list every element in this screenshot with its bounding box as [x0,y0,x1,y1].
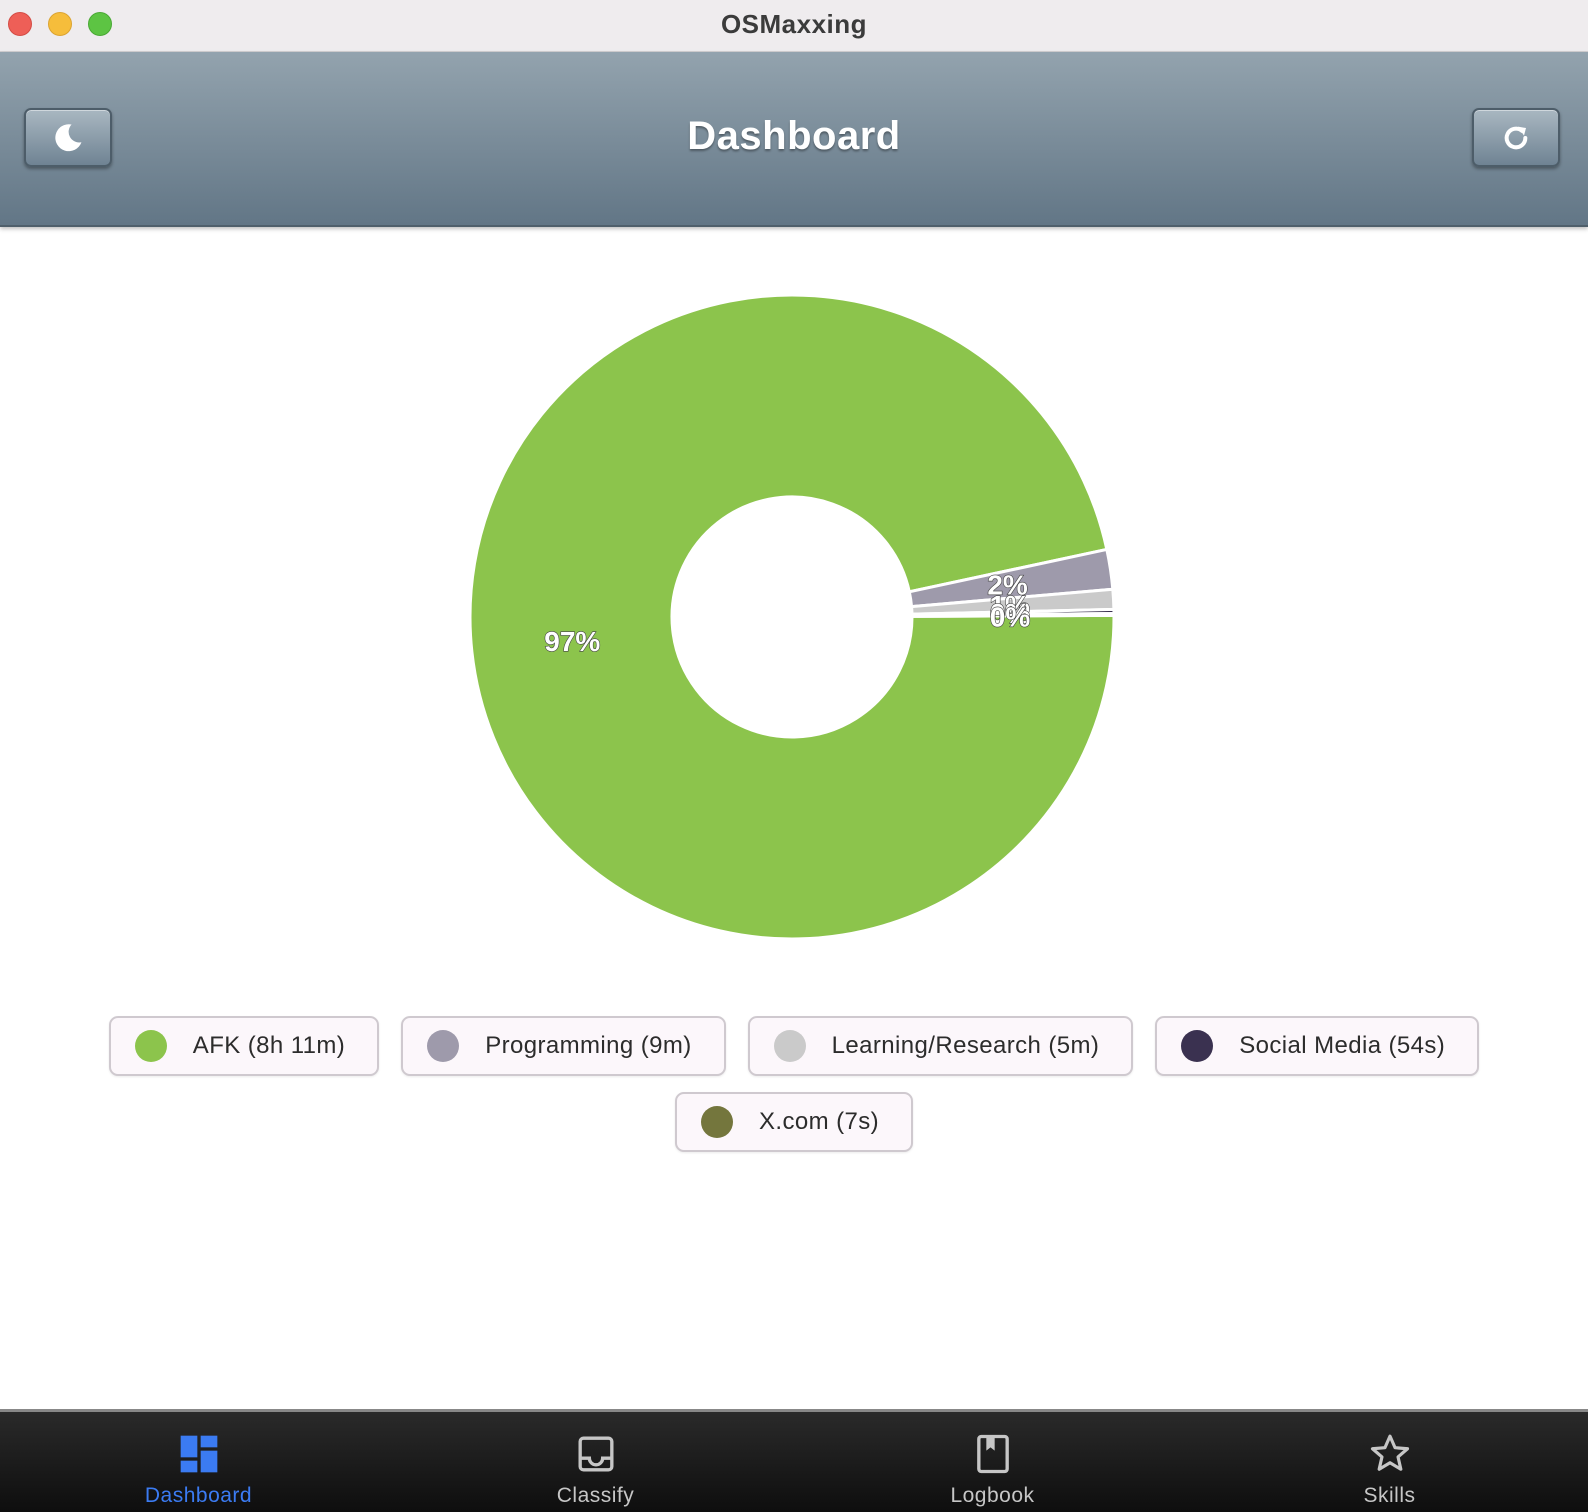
nav-tab-skills[interactable]: Skills [1191,1412,1588,1512]
legend-label: X.com (7s) [758,1108,879,1135]
legend-row: X.com (7s) [0,1092,1588,1152]
legend-row: AFK (8h 11m) Programming (9m) Learning/Res… [0,1016,1588,1076]
legend-color-dot [700,1106,733,1138]
header-bar: Dashboard [0,52,1588,227]
usage-donut-chart: 97%2%1%0%0% [468,293,1116,941]
legend-chip[interactable]: Social Media (54s) [1155,1016,1480,1076]
app-window: OSMaxxing Dashboard 97% 2% 1% 0% 0% AFK (8h … [0,0,1588,1512]
window-title: OSMaxxing [720,9,868,39]
bottom-navigation: Dashboard Classify Logbook Skills [0,1409,1588,1512]
slice-percent-label: 0% [990,601,1031,632]
legend-label: AFK (8h 11m) [192,1032,346,1059]
legend-label: Social Media (54s) [1239,1032,1446,1059]
title-bar: OSMaxxing [0,0,1588,52]
nav-label-logbook: Logbook [950,1484,1035,1507]
nav-label-classify: Classify [556,1484,635,1507]
chart-legend: AFK (8h 11m) Programming (9m) Learning/Res… [0,1016,1588,1168]
nav-tab-logbook[interactable]: Logbook [794,1412,1191,1512]
book-icon [976,1434,1009,1474]
legend-color-dot [773,1030,806,1062]
legend-chip[interactable]: Learning/Research (5m) [747,1016,1134,1076]
star-icon [1370,1434,1409,1471]
legend-label: Programming (9m) [485,1032,692,1059]
page-title: Dashboard [687,114,901,158]
legend-label: Learning/Research (5m) [831,1032,1100,1059]
legend-color-dot [134,1030,167,1062]
slice-percent-label: 97% [544,626,600,657]
refresh-icon [1504,126,1528,149]
nav-tab-classify[interactable]: Classify [397,1412,794,1512]
nav-label-dashboard: Dashboard [144,1484,253,1507]
legend-color-dot [1181,1030,1214,1062]
dashboard-icon [180,1435,217,1473]
legend-chip[interactable]: Programming (9m) [401,1016,726,1076]
refresh-button[interactable] [1472,108,1560,167]
legend-chip[interactable]: X.com (7s) [674,1092,913,1152]
legend-chip[interactable]: AFK (8h 11m) [108,1016,380,1076]
legend-color-dot [427,1030,460,1062]
nav-tab-dashboard[interactable]: Dashboard [0,1412,397,1512]
inbox-icon [578,1436,613,1472]
nav-label-skills: Skills [1363,1484,1416,1507]
